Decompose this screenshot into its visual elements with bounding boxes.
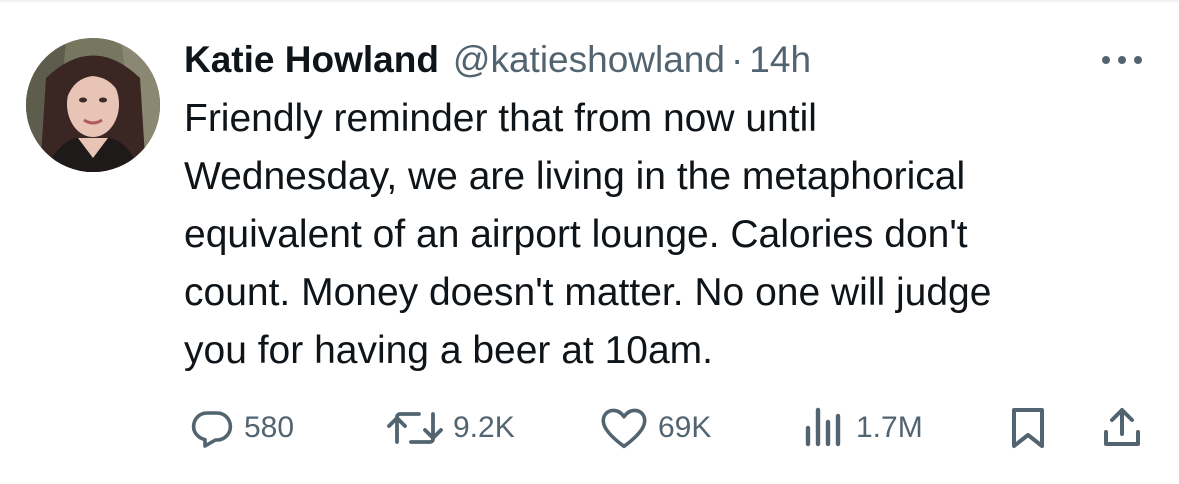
like-count: 69K [658,411,712,444]
repost-arrows-icon [387,412,443,444]
views-count: 1.7M [856,411,923,444]
tweet-timestamp[interactable]: 14h [749,34,811,86]
repost-button[interactable]: 9.2K [385,400,515,456]
views-button[interactable]: 1.7M [800,400,923,456]
bookmark-icon [1012,408,1044,448]
reply-count: 580 [244,411,295,444]
like-button[interactable]: 69K [598,400,711,456]
author-name[interactable]: Katie Howland [184,34,439,86]
bar-chart-icon [805,407,841,447]
bookmark-button[interactable] [1008,400,1048,456]
more-horizontal-icon [1102,56,1142,64]
header-separator: · [730,39,744,80]
avatar-photo [26,38,160,172]
tweet-header: Katie Howland @katieshowland · 14h [184,34,811,86]
reply-button[interactable]: 580 [188,400,294,456]
tweet-text: Friendly reminder that from now until We… [184,97,992,372]
share-button[interactable] [1100,400,1144,456]
more-options-button[interactable] [1098,44,1146,76]
repost-count: 9.2K [453,411,515,444]
tweet-actions-bar: 580 9.2K 69K 1.7M [0,400,1179,456]
author-handle[interactable]: @katieshowland [453,34,725,86]
avatar[interactable] [26,38,160,172]
share-upload-icon [1104,408,1140,446]
heart-icon [601,408,647,449]
reply-bubble-icon [191,411,233,448]
top-divider [0,0,1179,2]
